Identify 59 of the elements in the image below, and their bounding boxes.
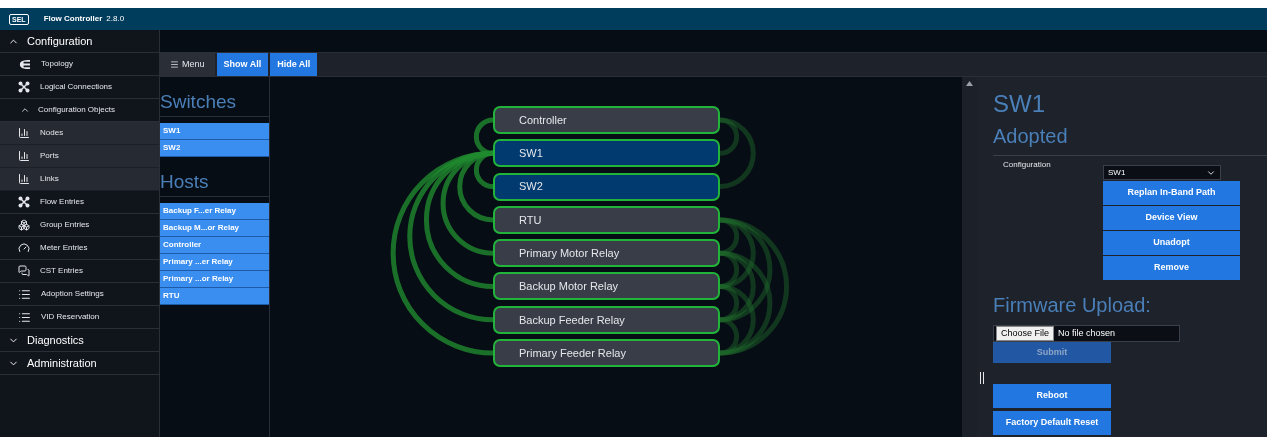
list-icon — [18, 310, 31, 324]
toolbar-button[interactable]: Hide All — [270, 53, 318, 76]
topology-node[interactable]: Primary Motor Relay — [493, 239, 720, 268]
file-input[interactable]: Choose File No file chosen — [993, 325, 1180, 342]
scroll-up-icon[interactable] — [966, 81, 973, 86]
status-heading: Adopted — [993, 124, 1069, 149]
topology-node[interactable]: Primary Feeder Relay — [493, 339, 720, 368]
gauge-icon — [18, 242, 30, 254]
file-status: No file chosen — [1058, 326, 1116, 340]
nodes-icon — [18, 81, 30, 93]
list-icon — [18, 287, 31, 301]
chat-icon — [18, 265, 30, 277]
chevron-up-icon — [20, 105, 30, 115]
device-button[interactable]: Reboot — [993, 384, 1111, 408]
resize-handle-icon[interactable] — [980, 372, 984, 384]
sidebar-item[interactable]: Nodes — [0, 122, 159, 145]
action-button[interactable]: Replan In-Band Path — [1103, 181, 1240, 205]
topology-icon — [18, 58, 31, 70]
topology-node[interactable]: Backup Feeder Relay — [493, 305, 720, 334]
sidebar-section[interactable]: Administration — [0, 352, 159, 375]
action-button[interactable]: Device View — [1103, 206, 1240, 230]
list-heading: Hosts — [160, 170, 269, 197]
menu-icon — [170, 60, 179, 69]
sidebar-item[interactable]: Ports — [0, 145, 159, 168]
topology-node[interactable]: SW1 — [493, 139, 720, 168]
bar-chart-icon — [18, 127, 30, 139]
sidebar-item[interactable]: VID Reservation — [0, 306, 159, 329]
scrollbar[interactable] — [962, 77, 977, 437]
nodes-icon — [18, 196, 30, 208]
field-label: Configuration — [1002, 159, 1052, 171]
bar-chart-icon — [18, 150, 30, 162]
group-icon — [18, 219, 30, 231]
sidebar-item[interactable]: Logical Connections — [0, 76, 159, 99]
sidebar-item[interactable]: Meter Entries — [0, 237, 159, 260]
action-button[interactable]: Unadopt — [1103, 231, 1240, 255]
menu-button[interactable]: Menu — [160, 53, 215, 76]
topology-node[interactable]: Controller — [493, 106, 720, 134]
sidebar-section[interactable]: Diagnostics — [0, 329, 159, 352]
sidebar-section[interactable]: Configuration — [0, 30, 159, 53]
sidebar-item[interactable]: Adoption Settings — [0, 283, 159, 306]
sidebar-item[interactable]: Flow Entries — [0, 191, 159, 214]
device-title: SW1 — [993, 89, 1046, 119]
sidebar-item[interactable]: Group Entries — [0, 214, 159, 237]
choose-file-button[interactable]: Choose File — [996, 326, 1055, 341]
topology-node[interactable]: SW2 — [493, 172, 720, 201]
sidebar-item[interactable]: CST Entries — [0, 260, 159, 283]
configuration-select[interactable]: SW1 — [1103, 165, 1221, 180]
topology-node[interactable]: RTU — [493, 205, 720, 234]
app-version: 2.8.0 — [106, 13, 125, 25]
sidebar-item[interactable]: Topology — [0, 53, 159, 76]
device-button[interactable]: Factory Default Reset — [993, 411, 1111, 435]
sidebar-item[interactable]: Links — [0, 168, 159, 191]
action-button[interactable]: Remove — [1103, 256, 1240, 280]
toolbar-button[interactable]: Show All — [216, 53, 269, 76]
section-heading: Firmware Upload: — [993, 293, 1152, 318]
list-heading: Switches — [160, 90, 269, 117]
bar-chart-icon — [18, 173, 30, 185]
topology-node[interactable]: Backup Motor Relay — [493, 272, 720, 301]
app-title: Flow Controller — [43, 13, 103, 25]
